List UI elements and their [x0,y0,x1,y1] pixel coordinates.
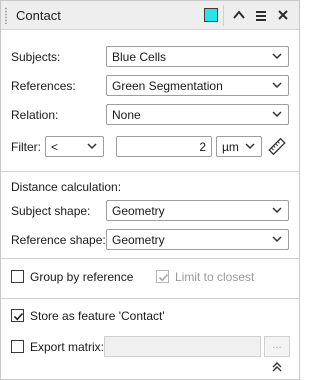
chevron-down-icon [245,143,255,150]
chevron-down-icon [272,236,282,243]
subject-shape-value: Geometry [112,204,165,218]
collapse-button[interactable] [230,6,248,24]
export-matrix-checkbox[interactable] [11,340,24,353]
references-label: References: [11,79,76,93]
group-by-reference-checkbox[interactable] [11,270,24,283]
panel-title: Contact [16,8,61,23]
filter-label: Filter: [11,140,41,154]
menu-button[interactable] [252,6,270,24]
export-matrix-label: Export matrix: [30,340,105,354]
chevron-down-icon [272,82,282,89]
group-by-reference-label: Group by reference [30,270,134,284]
chevron-down-icon [272,207,282,214]
reference-shape-label: Reference shape: [11,233,106,247]
expand-button[interactable] [271,361,283,373]
limit-to-closest-checkbox[interactable] [156,270,169,283]
references-dropdown[interactable]: Green Segmentation [106,75,289,96]
hamburger-menu-icon [256,11,266,21]
section-divider [1,298,299,299]
chevron-down-icon [272,111,282,118]
close-button[interactable] [274,6,292,24]
relation-label: Relation: [11,108,59,122]
chevron-up-icon [233,10,245,19]
ruler-icon [268,137,286,156]
export-path-field[interactable] [104,336,261,357]
title-separator [223,5,224,26]
filter-value: 2 [199,140,206,154]
measure-button[interactable] [266,136,288,157]
chevron-down-icon [87,143,97,150]
filter-value-input[interactable]: 2 [116,136,212,157]
references-value: Green Segmentation [112,79,223,93]
relation-dropdown[interactable]: None [106,104,289,125]
filter-operator-value: < [51,140,59,154]
subjects-label: Subjects: [11,50,61,64]
filter-unit-dropdown[interactable]: µm [216,136,262,157]
color-swatch[interactable] [204,8,218,22]
store-feature-checkbox[interactable] [11,309,24,322]
title-bar[interactable]: Contact [1,1,299,30]
chevron-down-icon [272,53,282,60]
store-feature-label: Store as feature 'Contact' [30,309,165,323]
drag-grip-icon[interactable] [4,7,8,24]
browse-button[interactable]: ... [264,336,290,357]
subjects-value: Blue Cells [112,50,167,64]
subject-shape-label: Subject shape: [11,204,91,218]
filter-unit-value: µm [222,140,239,154]
distance-heading: Distance calculation: [11,180,122,194]
close-icon [278,10,288,20]
contact-panel: Contact Subjects: Blue Cells References:… [0,0,300,380]
reference-shape-dropdown[interactable]: Geometry [106,229,289,250]
reference-shape-value: Geometry [112,233,165,247]
subject-shape-dropdown[interactable]: Geometry [106,200,289,221]
limit-to-closest-label: Limit to closest [175,270,255,284]
section-divider [1,258,299,259]
checkmark-icon [13,312,24,321]
subjects-dropdown[interactable]: Blue Cells [106,46,289,67]
checkmark-icon [158,273,169,282]
section-divider [1,171,299,172]
double-chevron-up-icon [272,362,282,372]
filter-operator-dropdown[interactable]: < [45,136,104,157]
relation-value: None [112,108,141,122]
